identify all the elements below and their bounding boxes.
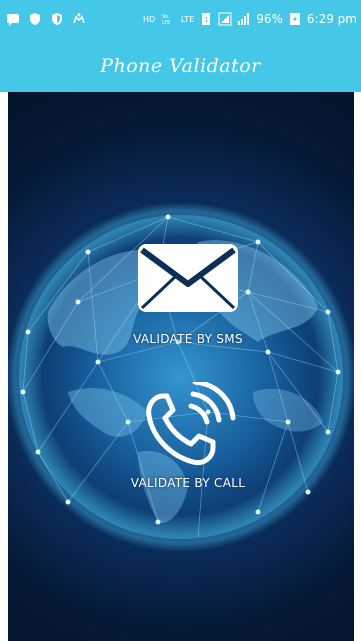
screen: HD Vo LTE LTE 1 96% 6:29 pm Phone Valida…: [0, 0, 361, 641]
envelope-icon: [138, 244, 238, 312]
volte-icon: Vo LTE: [162, 14, 170, 26]
svg-text:1: 1: [204, 16, 208, 24]
globe-background-illustration: [8, 202, 354, 552]
battery-percent: 96%: [256, 12, 283, 26]
sim-icon: 1: [202, 13, 211, 25]
shield-icon: [52, 13, 62, 25]
status-bar-system: HD Vo LTE LTE 1 96% 6:29 pm: [143, 12, 357, 26]
app-title: Phone Validator: [100, 55, 261, 77]
content-area: VALIDATE BY SMS VALIDATE BY CALL: [8, 92, 354, 641]
app-bar: Phone Validator: [0, 40, 361, 92]
signal-bars-icon: [238, 13, 250, 25]
hd-icon: HD: [143, 15, 155, 24]
validate-by-call-button[interactable]: VALIDATE BY CALL: [98, 382, 278, 490]
message-icon: [7, 14, 19, 26]
clock: 6:29 pm: [306, 12, 357, 26]
robot-icon: [73, 13, 85, 24]
status-bar-notifications: [6, 12, 86, 26]
phone-call-icon: [146, 382, 236, 466]
status-bar: HD Vo LTE LTE 1 96% 6:29 pm: [0, 0, 361, 40]
svg-text:LTE: LTE: [162, 20, 170, 26]
validate-by-sms-button[interactable]: VALIDATE BY SMS: [108, 242, 268, 346]
signal-icon: [218, 12, 232, 26]
validate-by-call-label: VALIDATE BY CALL: [130, 476, 246, 490]
lte-label: LTE: [180, 14, 195, 24]
validate-by-sms-label: VALIDATE BY SMS: [133, 332, 243, 346]
shield-icon: [30, 13, 40, 25]
svg-text:HD: HD: [143, 15, 155, 24]
battery-icon: [289, 13, 300, 25]
